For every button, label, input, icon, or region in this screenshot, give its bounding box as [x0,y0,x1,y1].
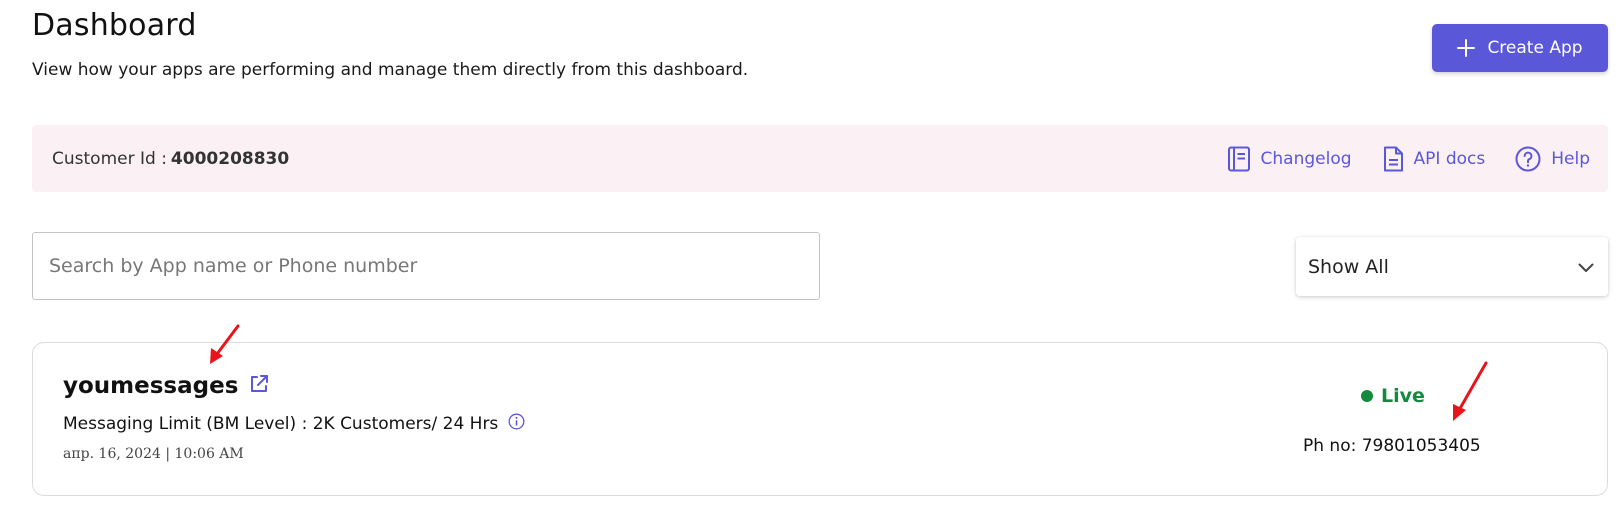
help-link[interactable]: Help [1515,146,1590,172]
search-input[interactable] [32,232,820,300]
changelog-link[interactable]: Changelog [1227,146,1352,172]
external-link-icon[interactable] [248,373,270,399]
messaging-limit-text: Messaging Limit (BM Level) : 2K Customer… [63,414,499,434]
customer-info-bar: Customer Id : 4000208830 Changelog API d… [32,125,1608,192]
help-label: Help [1551,148,1590,169]
app-name-row: youmessages [63,373,270,399]
customer-id-label: Customer Id : [52,148,167,169]
info-icon[interactable] [508,413,525,435]
help-circle-icon [1515,146,1541,172]
status-filter-value: Show All [1308,255,1389,278]
changelog-label: Changelog [1260,148,1352,169]
dashboard-page: Dashboard View how your apps are perform… [0,0,1622,507]
customer-id-value: 4000208830 [170,148,290,169]
messaging-limit: Messaging Limit (BM Level) : 2K Customer… [63,413,525,435]
create-app-button[interactable]: Create App [1432,24,1608,72]
customer-id: Customer Id : 4000208830 [52,125,289,192]
create-app-label: Create App [1487,38,1583,58]
annotation-arrow-icon [1453,361,1488,421]
app-created-date: апр. 16, 2024 | 10:06 AM [63,446,244,462]
document-icon [1382,146,1404,172]
page-subtitle: View how your apps are performing and ma… [32,60,749,80]
status-filter-select[interactable]: Show All [1296,237,1608,296]
phone-number: Ph no: 79801053405 [1303,436,1481,456]
status-badge: Live [1361,385,1425,407]
help-links: Changelog API docs Help [1227,125,1590,192]
plus-icon [1457,39,1476,57]
app-card[interactable]: youmessages Messaging Limit (BM Level) :… [32,342,1608,496]
annotation-arrow-icon [210,324,240,364]
app-name: youmessages [63,373,239,399]
api-docs-label: API docs [1413,148,1486,169]
book-icon [1227,146,1251,172]
status-label: Live [1381,385,1425,407]
status-dot-icon [1361,390,1373,402]
page-title: Dashboard [32,8,197,43]
chevron-down-icon [1578,256,1594,278]
api-docs-link[interactable]: API docs [1382,146,1486,172]
